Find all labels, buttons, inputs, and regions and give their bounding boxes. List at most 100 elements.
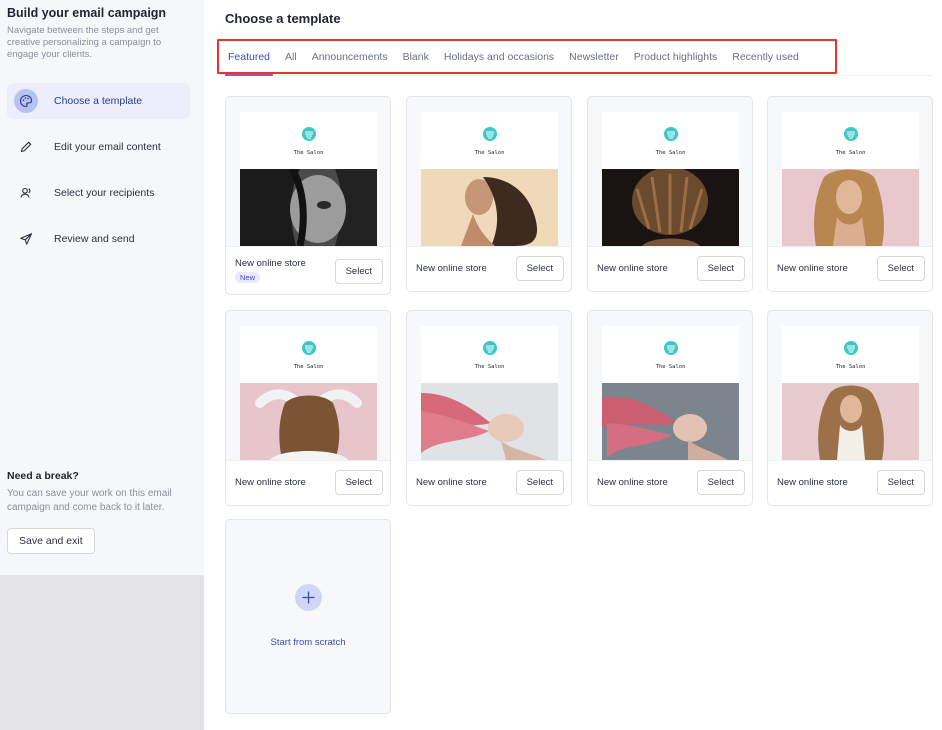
brand-name: The Salon [835,149,866,156]
template-name: New online store [416,477,487,488]
brand-name: The Salon [474,149,505,156]
active-tab-indicator [225,74,273,76]
plus-icon [295,584,322,611]
tab-all[interactable]: All [285,51,297,63]
template-logo: The Salon [602,112,739,169]
brand-name: The Salon [293,149,324,156]
tab-announcements[interactable]: Announcements [312,51,388,63]
template-name: New online store [777,263,848,274]
select-template-button[interactable]: Select [334,470,383,495]
card-footer: New online store Select [407,246,571,291]
sidebar-title: Build your email campaign [7,6,167,20]
select-template-button[interactable]: Select [696,470,745,495]
select-template-button[interactable]: Select [876,256,925,281]
template-photo [782,383,919,460]
start-from-scratch-card[interactable]: Start from scratch [225,519,391,714]
template-logo: The Salon [240,326,377,383]
salon-logo-icon [301,126,317,147]
new-badge: New [235,272,261,283]
salon-logo-icon [663,340,679,361]
card-footer: New online store Select [768,460,932,505]
step-choose-template[interactable]: Choose a template [7,83,190,119]
save-and-exit-button[interactable]: Save and exit [7,528,95,554]
template-preview: The Salon [240,112,377,247]
template-logo: The Salon [602,326,739,383]
template-logo: The Salon [240,112,377,169]
card-footer: New online store Select [768,246,932,291]
template-name: New online store [235,477,306,488]
salon-logo-icon [843,126,859,147]
brand-name: The Salon [655,363,686,370]
template-name: New online store [235,258,306,269]
select-template-button[interactable]: Select [876,470,925,495]
template-photo [602,383,739,460]
step-label: Choose a template [54,95,143,107]
template-card[interactable]: The Salon New online store Select [406,96,572,292]
step-label: Review and send [54,233,135,245]
step-review-send[interactable]: Review and send [7,221,190,257]
users-icon [14,181,38,205]
template-logo: The Salon [782,326,919,383]
steps-list: Choose a template Edit your email conten… [7,83,190,267]
template-preview: The Salon [240,326,377,460]
select-template-button[interactable]: Select [334,259,383,284]
card-footer: New online store Select [407,460,571,505]
brand-name: The Salon [474,363,505,370]
template-logo: The Salon [782,112,919,169]
sidebar: Build your email campaign Navigate betwe… [0,0,204,730]
tab-product-highlights[interactable]: Product highlights [634,51,717,63]
template-name: New online store [597,263,668,274]
template-category-tabs: Featured All Announcements Blank Holiday… [217,39,837,74]
salon-logo-icon [843,340,859,361]
tab-holidays-and-occasions[interactable]: Holidays and occasions [444,51,554,63]
page-title: Choose a template [225,11,341,26]
template-preview: The Salon [602,326,739,460]
brand-name: The Salon [835,363,866,370]
template-card[interactable]: The Salon New online store Select [587,96,753,292]
start-from-scratch-label: Start from scratch [270,637,346,648]
tab-recently-used[interactable]: Recently used [732,51,799,63]
template-name: New online store [416,263,487,274]
pencil-icon [14,135,38,159]
salon-logo-icon [301,340,317,361]
template-preview: The Salon [421,112,558,246]
break-title: Need a break? [7,470,79,482]
tab-featured[interactable]: Featured [228,51,270,63]
template-card[interactable]: The Salon New online store Select [225,310,391,506]
template-logo: The Salon [421,112,558,169]
tab-blank[interactable]: Blank [403,51,429,63]
salon-logo-icon [663,126,679,147]
step-select-recipients[interactable]: Select your recipients [7,175,190,211]
send-icon [14,227,38,251]
select-template-button[interactable]: Select [515,256,564,281]
brand-name: The Salon [293,363,324,370]
template-logo: The Salon [421,326,558,383]
template-card[interactable]: The Salon New online store New Select [225,96,391,295]
template-photo [240,167,377,247]
select-template-button[interactable]: Select [515,470,564,495]
template-card[interactable]: The Salon New online store Select [587,310,753,506]
template-photo [240,383,377,460]
tab-newsletter[interactable]: Newsletter [569,51,619,63]
template-photo [782,169,919,246]
template-preview: The Salon [782,326,919,460]
select-template-button[interactable]: Select [696,256,745,281]
sidebar-description: Navigate between the steps and get creat… [7,25,162,60]
template-card[interactable]: The Salon New online store Select [767,96,933,292]
template-preview: The Salon [782,112,919,246]
tabs-divider [225,75,932,76]
palette-icon [14,89,38,113]
template-preview: The Salon [421,326,558,460]
card-footer: New online store Select [588,246,752,291]
card-footer: New online store New Select [226,246,390,294]
step-label: Edit your email content [54,141,161,153]
break-description: You can save your work on this email cam… [7,488,172,513]
template-name: New online store [777,477,848,488]
template-card[interactable]: The Salon New online store Select [767,310,933,506]
step-edit-content[interactable]: Edit your email content [7,129,190,165]
template-photo [602,167,739,246]
template-card[interactable]: The Salon New online store Select [406,310,572,506]
card-footer: New online store Select [226,460,390,505]
sidebar-footer-area [0,575,204,730]
salon-logo-icon [482,126,498,147]
